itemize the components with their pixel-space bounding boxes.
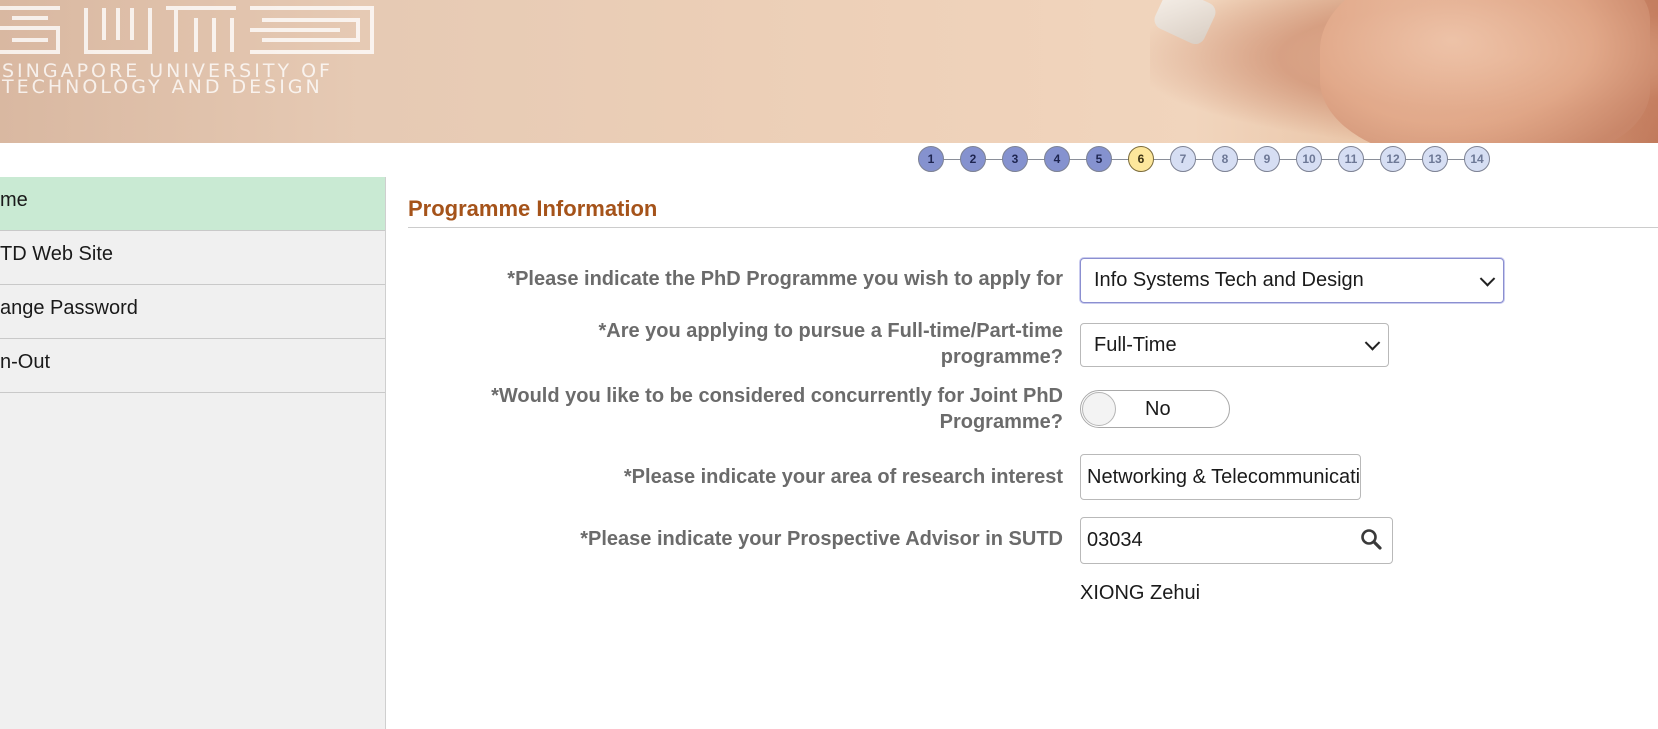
sutd-logo: SINGAPORE UNIVERSITY OF TECHNOLOGY AND D… — [0, 0, 380, 98]
step-7[interactable]: 7 — [1170, 146, 1196, 172]
study-mode-value: Full-Time — [1094, 333, 1177, 356]
step-6[interactable]: 6 — [1128, 146, 1154, 172]
step-12[interactable]: 12 — [1380, 146, 1406, 172]
study-mode-label-line2: programme? — [940, 346, 1063, 368]
sidebar-item-label: ange Password — [0, 297, 138, 319]
banner-photo-hand — [1320, 0, 1650, 143]
step-4[interactable]: 4 — [1044, 146, 1070, 172]
advisor-id-value: 03034 — [1087, 529, 1143, 551]
chevron-down-icon — [1364, 335, 1381, 351]
study-mode-select[interactable]: Full-Time — [1080, 323, 1389, 367]
phd-programme-value: Info Systems Tech and Design — [1094, 269, 1364, 291]
section-title: Programme Information — [408, 196, 658, 221]
step-9[interactable]: 9 — [1254, 146, 1280, 172]
step-10[interactable]: 10 — [1296, 146, 1322, 172]
joint-phd-label: *Would you like to be considered concurr… — [491, 383, 1063, 435]
joint-phd-toggle-value: No — [1145, 398, 1171, 420]
search-icon[interactable] — [1360, 528, 1382, 550]
research-interest-label: *Please indicate your area of research i… — [623, 466, 1063, 488]
sidebar-item-label: TD Web Site — [0, 243, 113, 265]
sidebar-item-home[interactable]: me — [0, 177, 385, 231]
section-divider — [408, 227, 1658, 228]
phd-programme-select[interactable]: Info Systems Tech and Design — [1080, 258, 1504, 303]
advisor-id-field[interactable]: 03034 — [1080, 517, 1393, 564]
joint-phd-label-line2: Programme? — [939, 411, 1063, 433]
advisor-label: *Please indicate your Prospective Adviso… — [580, 528, 1063, 550]
step-1[interactable]: 1 — [918, 146, 944, 172]
header-banner: SINGAPORE UNIVERSITY OF TECHNOLOGY AND D… — [0, 0, 1658, 143]
sutd-logo-mark — [0, 6, 374, 54]
step-14[interactable]: 14 — [1464, 146, 1490, 172]
research-interest-field[interactable]: Networking & Telecommunications — [1080, 454, 1361, 500]
step-5[interactable]: 5 — [1086, 146, 1112, 172]
step-8[interactable]: 8 — [1212, 146, 1238, 172]
step-2[interactable]: 2 — [960, 146, 986, 172]
phd-programme-label: *Please indicate the PhD Programme you w… — [507, 268, 1063, 290]
joint-phd-toggle[interactable]: No — [1080, 390, 1230, 428]
advisor-name: XIONG Zehui — [1080, 582, 1201, 604]
joint-phd-label-line1: *Would you like to be considered concurr… — [491, 385, 1063, 407]
sidebar-nav: me TD Web Site ange Password n-Out — [0, 177, 386, 729]
step-indicator: 1 2 3 4 5 6 7 8 9 10 11 12 13 14 — [918, 146, 1498, 174]
step-3[interactable]: 3 — [1002, 146, 1028, 172]
sidebar-item-label: me — [0, 189, 28, 211]
toggle-knob — [1082, 392, 1116, 426]
logo-text-line2: TECHNOLOGY AND DESIGN — [2, 76, 323, 98]
research-interest-value: Networking & Telecommunications — [1087, 465, 1361, 488]
study-mode-label: *Are you applying to pursue a Full-time/… — [598, 318, 1063, 370]
sidebar-item-sutd-web-site[interactable]: TD Web Site — [0, 231, 385, 285]
sidebar-item-label: n-Out — [0, 351, 51, 373]
study-mode-label-line1: *Are you applying to pursue a Full-time/… — [598, 320, 1063, 342]
step-11[interactable]: 11 — [1338, 146, 1364, 172]
sidebar-item-sign-out[interactable]: n-Out — [0, 339, 385, 393]
step-13[interactable]: 13 — [1422, 146, 1448, 172]
sidebar-item-change-password[interactable]: ange Password — [0, 285, 385, 339]
chevron-down-icon — [1479, 270, 1496, 287]
